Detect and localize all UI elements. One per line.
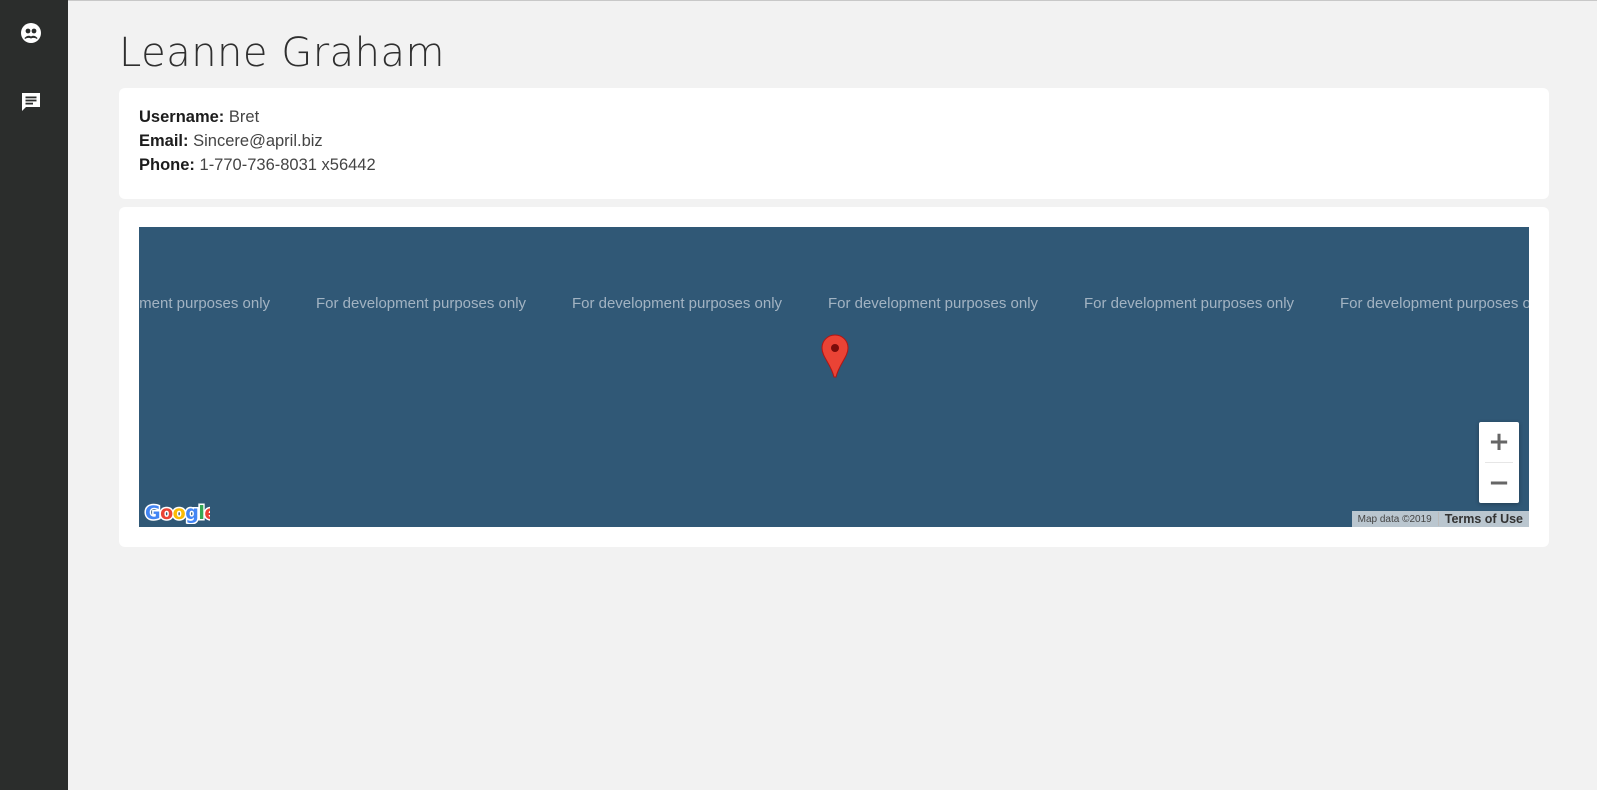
email-row: Email: Sincere@april.biz [139, 132, 323, 151]
map-marker-icon[interactable] [821, 334, 849, 378]
map-data-text: Map data ©2019 [1357, 513, 1432, 525]
watermark-strip: For development purposes only For develop… [139, 295, 1529, 312]
watermark-text: For development purposes only [571, 295, 783, 312]
watermark-text: For development purposes only [1083, 295, 1295, 312]
zoom-in-button[interactable]: + [1479, 422, 1519, 462]
watermark-text: For development purposes only [827, 295, 1039, 312]
map-attribution: Map data ©2019 Terms of Use [1351, 511, 1529, 527]
sidebar-item-users[interactable] [19, 21, 43, 45]
phone-value: 1-770-736-8031 x56442 [199, 156, 376, 174]
users-icon [20, 22, 42, 44]
terms-of-use-link[interactable]: Terms of Use [1439, 512, 1529, 526]
svg-text:Google: Google [145, 502, 210, 524]
username-row: Username: Bret [139, 108, 259, 127]
watermark-text: For development purposes only [315, 295, 527, 312]
sidebar [0, 0, 68, 790]
map-canvas[interactable]: For development purposes only For develop… [139, 227, 1529, 527]
main-content: Leanne Graham Username: Bret Email: Sinc… [68, 0, 1597, 790]
map-card: For development purposes only For develop… [119, 207, 1549, 547]
username-label: Username: [139, 108, 225, 126]
username-value: Bret [228, 108, 260, 126]
sidebar-item-messages[interactable] [19, 90, 43, 114]
profile-info-card: Username: Bret Email: Sincere@april.biz … [119, 88, 1549, 199]
message-icon [20, 91, 42, 113]
phone-row: Phone: 1-770-736-8031 x56442 [139, 156, 376, 175]
watermark-text: For development purposes only [1339, 295, 1529, 312]
email-label: Email: [139, 132, 189, 150]
zoom-out-button[interactable]: − [1479, 463, 1519, 503]
phone-label: Phone: [139, 156, 195, 174]
page-title: Leanne Graham [119, 30, 446, 76]
email-value: Sincere@april.biz [193, 132, 323, 150]
watermark-text: For development purposes only [139, 295, 271, 312]
google-logo: Google Google [144, 500, 219, 526]
zoom-control: + − [1479, 422, 1519, 503]
